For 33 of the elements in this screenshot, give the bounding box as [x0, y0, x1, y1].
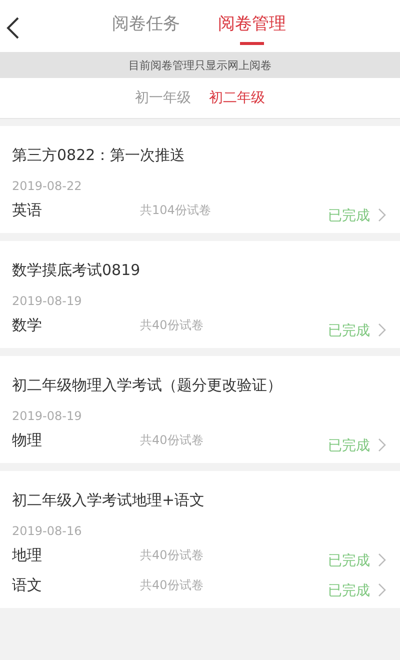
subject-name: 物理 — [12, 430, 43, 450]
status-text[interactable]: 已完成 — [328, 207, 370, 225]
chevron-icon[interactable] — [378, 583, 386, 597]
exam-title: 初二年级入学考试地理+语文 — [12, 491, 206, 510]
tab[interactable]: 阅卷任务 — [112, 12, 180, 44]
exam-title: 第三方0822：第一次推送 — [12, 146, 186, 165]
paper-count: 共104份试卷 — [140, 202, 212, 218]
status-text[interactable]: 已完成 — [328, 582, 370, 600]
status-text[interactable]: 已完成 — [328, 437, 370, 455]
paper-count: 共40份试卷 — [140, 432, 204, 448]
paper-count: 共40份试卷 — [140, 546, 204, 564]
subject-name: 英语 — [12, 200, 43, 220]
exam-date: 2019-08-19 — [12, 294, 83, 308]
paper-count: 共40份试卷 — [140, 576, 204, 594]
grade-tab[interactable]: 初二年级 — [209, 89, 265, 107]
exam-date: 2019-08-22 — [12, 179, 83, 193]
exam-date: 2019-08-16 — [12, 524, 83, 538]
status-text[interactable]: 已完成 — [328, 322, 370, 340]
back-icon[interactable] — [6, 16, 20, 40]
subject-name: 数学 — [12, 316, 43, 334]
subject-name: 语文 — [12, 576, 43, 594]
grade-tab[interactable]: 初一年级 — [135, 89, 191, 107]
exam-title: 数学摸底考试0819 — [12, 261, 142, 280]
chevron-icon[interactable] — [378, 323, 386, 337]
chevron-icon[interactable] — [378, 438, 386, 452]
exam-title: 初二年级物理入学考试（题分更改验证） — [12, 376, 283, 395]
notice-banner: 目前阅卷管理只显示网上阅卷 — [0, 52, 400, 78]
chevron-icon[interactable] — [378, 208, 386, 222]
exam-date: 2019-08-19 — [12, 409, 83, 423]
status-text[interactable]: 已完成 — [328, 552, 370, 570]
chevron-icon[interactable] — [378, 553, 386, 567]
subject-name: 地理 — [12, 546, 43, 564]
paper-count: 共40份试卷 — [140, 316, 204, 334]
